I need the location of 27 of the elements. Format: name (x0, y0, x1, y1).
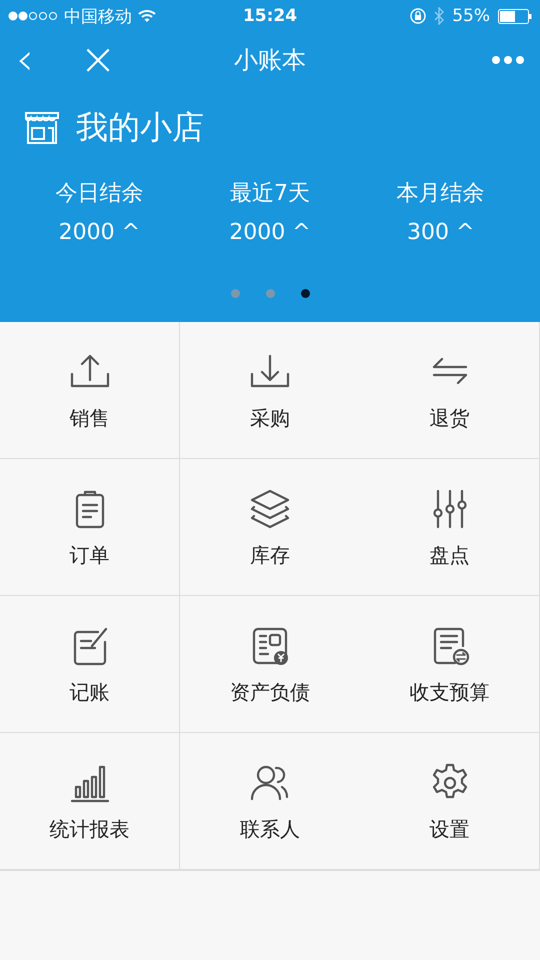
menu-tile[interactable]: 收支预算 (360, 596, 540, 733)
store-name: 我的小店 (76, 107, 204, 148)
stat-label: 今日结余 (55, 180, 144, 208)
page-title: 小账本 (234, 45, 306, 76)
page-dot[interactable] (300, 289, 310, 298)
menu-tile[interactable]: 订单 (0, 459, 180, 596)
signal-icon (8, 11, 58, 21)
battery-icon (498, 8, 532, 24)
more-icon[interactable] (492, 56, 524, 64)
menu-tile[interactable]: 统计报表 (0, 733, 180, 870)
page-dot[interactable] (266, 289, 274, 298)
page-dot[interactable] (230, 289, 240, 298)
battery-percent: 55% (452, 6, 490, 26)
carrier-name: 中国移动 (64, 6, 132, 28)
rotation-lock-icon (410, 8, 426, 24)
store-icon (24, 111, 60, 145)
layers-icon (248, 487, 292, 531)
menu-tile[interactable]: 退货 (360, 322, 540, 459)
menu-tile[interactable]: 记账 (0, 596, 180, 733)
stat-label: 最近7天 (230, 180, 310, 208)
menu-tile[interactable]: 销售 (0, 322, 180, 459)
stat-label: 本月结余 (396, 180, 485, 208)
menu-tile[interactable]: 盘点 (360, 459, 540, 596)
wifi-icon (138, 9, 156, 23)
clock-time: 15:24 (242, 6, 298, 26)
bluetooth-icon (434, 7, 444, 25)
menu-tile[interactable]: 设置 (360, 733, 540, 870)
